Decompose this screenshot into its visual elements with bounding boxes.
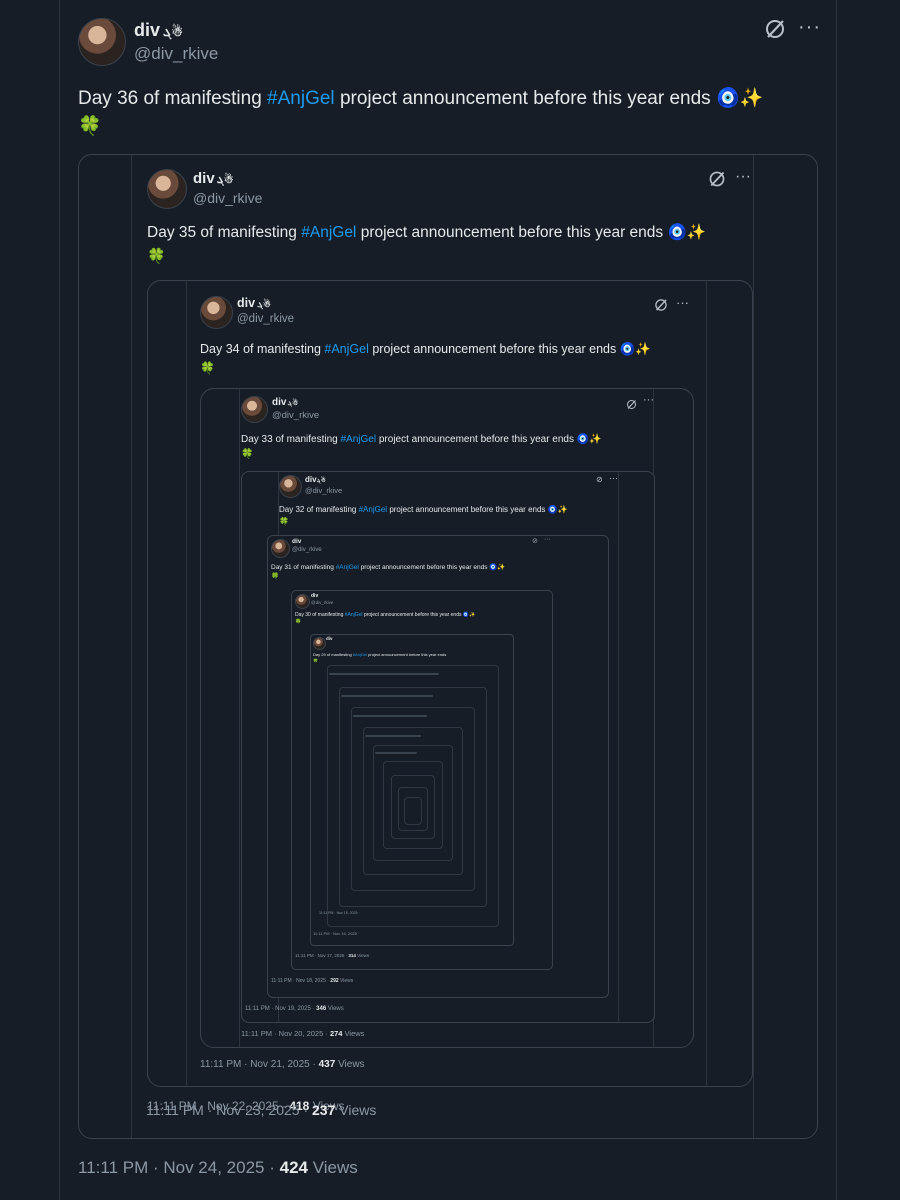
tweet-text: Day 34 of manifesting #AnjGel project an… xyxy=(200,342,651,356)
user-handle: @div_rkive xyxy=(193,190,263,206)
column-border-left xyxy=(186,281,187,1086)
display-name: divܓ☃ xyxy=(193,170,234,187)
timestamp: 11:11 PM · Nov 21, 2025 · 437 Views xyxy=(200,1059,365,1070)
avatar xyxy=(241,396,268,423)
clover-emoji: 🍀 xyxy=(279,517,289,526)
grok-icon xyxy=(626,397,637,415)
tweet-text: Day 33 of manifesting #AnjGel project an… xyxy=(241,434,602,445)
column-border-right xyxy=(836,0,837,1200)
display-name: div xyxy=(326,636,333,641)
display-name: div xyxy=(311,593,319,599)
avatar xyxy=(271,539,290,558)
quoted-tweet[interactable]: div ܓ☃ @div_rkive ··· Day 35 of manifesti… xyxy=(78,154,818,1139)
column-border-left xyxy=(131,155,132,1138)
more-icon: ··· xyxy=(735,168,751,185)
grok-icon: ⊘ xyxy=(596,475,603,484)
user-handle[interactable]: @div_rkive xyxy=(134,44,218,64)
tweet-text: Day 32 of manifesting #AnjGel project an… xyxy=(279,505,568,514)
more-icon: ··· xyxy=(643,394,654,406)
tweet-text: Day 29 of manifesting #AnjGel project an… xyxy=(313,652,447,657)
column-border-right xyxy=(618,472,619,1022)
quoted-tweet[interactable]: div ܓ☃ @div_rkive ··· Day 34 of manifesti… xyxy=(147,280,753,1087)
user-handle: @div_rkive xyxy=(311,600,334,605)
hashtag-link[interactable]: #AnjGel xyxy=(267,88,335,109)
display-name: divܓ☃ xyxy=(305,475,326,484)
clover-emoji: 🍀 xyxy=(147,248,166,265)
sparkles-emoji: ✨ xyxy=(739,88,764,109)
blurred-text xyxy=(365,735,421,737)
blurred-text xyxy=(375,752,417,754)
grok-icon[interactable] xyxy=(764,18,786,45)
more-icon[interactable]: ··· xyxy=(798,16,821,39)
timestamp: 11:11 PM · Nov 23, 2025 · 237 Views xyxy=(146,1102,377,1118)
avatar xyxy=(279,475,302,498)
column-border-left xyxy=(239,389,240,1047)
post-timestamp[interactable]: 11:11 PM · Nov 24, 2025 · 424 Views xyxy=(78,1158,358,1178)
column-border-right xyxy=(706,281,707,1086)
tweet-text: Day 36 of manifesting #AnjGel project an… xyxy=(78,88,764,109)
tweet-text: Day 35 of manifesting #AnjGel project an… xyxy=(147,224,707,241)
user-handle: @div_rkive xyxy=(292,547,322,553)
grok-icon: ⊘ xyxy=(532,538,538,545)
display-name: div xyxy=(292,538,302,545)
user-handle: @div_rkive xyxy=(237,313,295,325)
clover-emoji: 🍀 xyxy=(200,361,215,375)
blurred-text xyxy=(353,715,427,717)
more-icon: ··· xyxy=(544,536,551,543)
timestamp: 11:11 PM · Nov 16, 2025 · xyxy=(313,931,360,936)
quoted-tweet[interactable]: div Day 29 of manifesting #AnjGel projec… xyxy=(310,634,514,946)
display-name: divܓ☃ xyxy=(237,296,271,310)
quoted-tweet[interactable]: div @div_rkive Day 30 of manifesting #An… xyxy=(291,590,553,970)
tweet-text: Day 30 of manifesting #AnjGel project an… xyxy=(295,612,476,618)
clover-emoji: 🍀 xyxy=(78,116,102,137)
quoted-tweet[interactable]: divܓ☃ @div_rkive ⊘ ··· Day 32 of manifes… xyxy=(241,471,655,1023)
more-icon: ··· xyxy=(609,473,618,483)
grok-icon xyxy=(654,298,668,317)
timestamp: 11:11 PM · Nov 20, 2025 · 274 Views xyxy=(241,1029,365,1038)
user-handle: @div_rkive xyxy=(305,486,343,495)
clover-emoji: 🍀 xyxy=(271,573,280,580)
timestamp: 11:11 PM · Nov 18, 2025 · 292 Views xyxy=(271,978,354,984)
clover-emoji: 🍀 xyxy=(295,619,302,625)
avatar[interactable] xyxy=(78,18,126,66)
avatar xyxy=(295,594,310,609)
avatar xyxy=(313,637,326,650)
display-name[interactable]: div ܓ☃ xyxy=(134,20,183,41)
timestamp: 11:11 PM · Nov 17, 2025 · 314 Views xyxy=(295,953,370,958)
nazar-emoji: 🧿 xyxy=(715,88,740,109)
avatar xyxy=(147,169,187,209)
timestamp: 11:11 PM · Nov 15, 2025 · xyxy=(319,911,360,915)
clover-emoji: 🍀 xyxy=(241,449,254,460)
grok-icon xyxy=(708,170,726,193)
blurred-text xyxy=(329,673,439,675)
quoted-tweet[interactable]: div @div_rkive ⊘ ··· Day 31 of manifesti… xyxy=(267,535,609,998)
clover-emoji: 🍀 xyxy=(313,658,318,663)
avatar xyxy=(200,296,233,329)
main-tweet[interactable]: div ܓ☃ @div_rkive ··· Day 36 of manifesti… xyxy=(60,0,836,1200)
display-name: divܓ☃ xyxy=(272,397,299,408)
user-handle: @div_rkive xyxy=(272,410,320,421)
quoted-tweet[interactable]: divܓ☃ @div_rkive ··· Day 33 of manifesti… xyxy=(200,388,694,1048)
column-border-right xyxy=(753,155,754,1138)
nested-quote xyxy=(404,797,422,825)
blurred-text xyxy=(341,695,433,697)
timestamp: 11:11 PM · Nov 19, 2025 · 346 Views xyxy=(245,1006,344,1012)
more-icon: ··· xyxy=(676,295,689,310)
tweet-text: Day 31 of manifesting #AnjGel project an… xyxy=(271,564,506,571)
